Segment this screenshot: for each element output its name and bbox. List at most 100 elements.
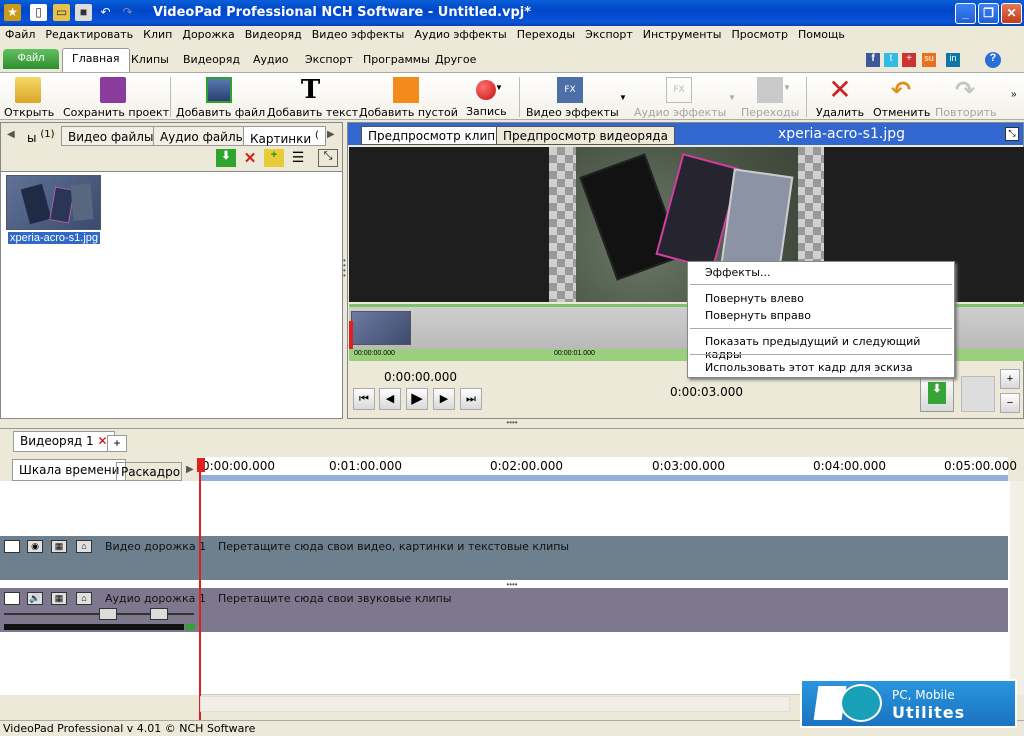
menu-clip[interactable]: Клип xyxy=(138,26,177,41)
record-button[interactable]: Запись xyxy=(466,75,507,118)
menu-tools[interactable]: Инструменты xyxy=(638,26,727,41)
time-ruler[interactable]: 0:00:00.000 0:01:00.000 0:02:00.000 0:03… xyxy=(199,457,1017,481)
add-text-button[interactable]: T Добавить текст xyxy=(267,75,358,119)
split-button[interactable] xyxy=(961,376,995,412)
tab-scroll-right-icon[interactable]: ▶ xyxy=(186,464,194,475)
timeline-horizontal-scrollbar[interactable] xyxy=(200,696,790,712)
menu-edit[interactable]: Редактировать xyxy=(40,26,138,41)
download-icon[interactable]: ⬇ xyxy=(216,149,236,167)
remove-icon[interactable]: ✕ xyxy=(240,149,260,167)
menu-item-show-frames[interactable]: Показать предыдущий и следующий кадры xyxy=(705,335,954,361)
vertical-scrollbar[interactable] xyxy=(1010,481,1024,695)
stumbleupon-icon[interactable]: su xyxy=(922,53,936,67)
close-button[interactable]: ✕ xyxy=(1001,3,1022,24)
horizontal-scrollbar[interactable] xyxy=(200,694,800,695)
tab-sequence[interactable]: Видеоряд xyxy=(174,50,249,72)
undock-icon[interactable]: ⤡ xyxy=(318,149,338,167)
open-folder-icon[interactable]: ▭ xyxy=(53,4,70,21)
redo-button[interactable]: ↷ Повторить xyxy=(935,75,997,119)
track-toggle-icon[interactable] xyxy=(4,540,20,553)
pan-slider-handle[interactable] xyxy=(150,608,168,620)
tab-clip-preview[interactable]: Предпросмотр клипа xyxy=(361,126,510,145)
linkedin-icon[interactable]: in xyxy=(946,53,960,67)
menu-transitions[interactable]: Переходы xyxy=(512,26,580,41)
audio-effects-button[interactable]: FX Аудио эффекты xyxy=(634,75,726,119)
tab-timeline[interactable]: Шкала времени xyxy=(12,459,127,481)
menu-sequence[interactable]: Видеоряд xyxy=(240,26,307,41)
step-back-button[interactable]: ◀ xyxy=(379,388,401,410)
menu-file[interactable]: Файл xyxy=(0,26,40,41)
google-icon[interactable]: + xyxy=(902,53,916,67)
new-file-icon[interactable]: ▯ xyxy=(30,4,47,21)
menu-video-effects[interactable]: Видео эффекты xyxy=(307,26,410,41)
menu-item-effects[interactable]: Эффекты... xyxy=(705,266,770,282)
undock-preview-icon[interactable]: ⤡ xyxy=(1005,127,1019,141)
go-to-start-button[interactable]: ⏮ xyxy=(353,388,375,410)
save-icon[interactable]: ■ xyxy=(75,4,92,21)
twitter-icon[interactable]: t xyxy=(884,53,898,67)
speaker-icon[interactable]: 🔊 xyxy=(27,592,43,605)
tab-sequence-preview[interactable]: Предпросмотр видеоряда xyxy=(496,126,675,145)
video-track[interactable]: ◉ ▦ ⌂ Видео дорожка 1 Перетащите сюда св… xyxy=(0,536,1008,580)
track-settings-icon[interactable]: ⌂ xyxy=(76,592,92,605)
add-sequence-button[interactable]: + xyxy=(107,435,127,452)
add-file-icon[interactable]: + xyxy=(264,149,284,167)
playhead-marker[interactable] xyxy=(197,458,205,472)
tab-export[interactable]: Экспорт xyxy=(296,50,362,72)
track-toggle-icon[interactable] xyxy=(4,592,20,605)
menu-view[interactable]: Просмотр xyxy=(726,26,792,41)
menu-export[interactable]: Экспорт xyxy=(580,26,638,41)
menu-item-use-thumbnail[interactable]: Использовать этот кадр для эскиза xyxy=(705,361,913,377)
redo-icon[interactable]: ↷ xyxy=(119,4,136,21)
timeline-playhead[interactable] xyxy=(199,460,201,722)
go-to-end-button[interactable]: ⏭ xyxy=(460,388,482,410)
play-button[interactable]: ▶ xyxy=(406,388,428,410)
step-forward-button[interactable]: ▶ xyxy=(433,388,455,410)
bin-tab-all[interactable]: ы (1) xyxy=(25,126,56,146)
add-to-sequence-button[interactable]: ⬇ xyxy=(920,376,954,412)
eye-icon[interactable]: ◉ xyxy=(27,540,43,553)
menu-help[interactable]: Помощь xyxy=(793,26,850,41)
tab-sequence-1[interactable]: Видеоряд 1 ✕ xyxy=(13,431,115,452)
help-icon[interactable]: ? xyxy=(985,52,1001,68)
undo-icon[interactable]: ↶ xyxy=(97,4,114,21)
bin-scroll-right-icon[interactable]: ▶ xyxy=(327,129,335,140)
menu-item-rotate-right[interactable]: Повернуть вправо xyxy=(705,309,811,325)
bin-tab-video-files[interactable]: Видео файлы xyxy=(61,126,161,146)
zoom-out-button[interactable]: − xyxy=(1000,393,1020,413)
tab-file[interactable]: Файл xyxy=(3,49,59,69)
bin-tab-audio-files[interactable]: Аудио файлы xyxy=(153,126,253,146)
app-icon[interactable]: ★ xyxy=(4,4,21,21)
save-project-button[interactable]: Сохранить проект xyxy=(63,75,169,119)
maximize-button[interactable]: ❐ xyxy=(978,3,999,24)
minimize-button[interactable]: _ xyxy=(955,3,976,24)
track-lock-icon[interactable]: ▦ xyxy=(51,592,67,605)
bin-tab-pictures[interactable]: Картинки ( xyxy=(243,126,326,146)
thumbnail-label[interactable]: xperia-acro-s1.jpg xyxy=(8,232,101,244)
transitions-dropdown-icon[interactable]: ▼ xyxy=(783,83,791,92)
open-button[interactable]: Открыть xyxy=(4,75,54,119)
facebook-icon[interactable]: f xyxy=(866,53,880,67)
transitions-button[interactable]: Переходы xyxy=(741,75,799,119)
video-effects-dropdown-icon[interactable]: ▼ xyxy=(619,93,627,102)
zoom-in-button[interactable]: + xyxy=(1000,369,1020,389)
delete-button[interactable]: ✕ Удалить xyxy=(814,75,866,120)
tab-clips[interactable]: Клипы xyxy=(122,50,178,72)
track-lock-icon[interactable]: ▦ xyxy=(51,540,67,553)
tab-other[interactable]: Другое xyxy=(426,50,485,72)
tab-audio[interactable]: Аудио xyxy=(244,50,298,72)
menu-audio-effects[interactable]: Аудио эффекты xyxy=(409,26,511,41)
undo-button[interactable]: ↶ Отменить xyxy=(873,75,930,119)
track-settings-icon[interactable]: ⌂ xyxy=(76,540,92,553)
strip-playhead[interactable] xyxy=(349,321,353,351)
list-view-icon[interactable]: ☰ xyxy=(288,149,308,167)
volume-slider-handle[interactable] xyxy=(99,608,117,620)
media-thumbnail[interactable] xyxy=(6,175,101,230)
tab-storyboard[interactable]: Раскадро xyxy=(116,462,182,481)
record-dropdown-icon[interactable]: ▼ xyxy=(495,83,503,92)
add-file-button[interactable]: Добавить файл xyxy=(176,75,265,119)
horizontal-splitter-handle[interactable]: •••• xyxy=(500,419,524,427)
audio-effects-dropdown-icon[interactable]: ▼ xyxy=(728,93,736,102)
audio-track[interactable]: 🔊 ▦ ⌂ Аудио дорожка 1 Перетащите сюда св… xyxy=(0,588,1008,632)
menu-item-rotate-left[interactable]: Повернуть влево xyxy=(705,292,804,308)
